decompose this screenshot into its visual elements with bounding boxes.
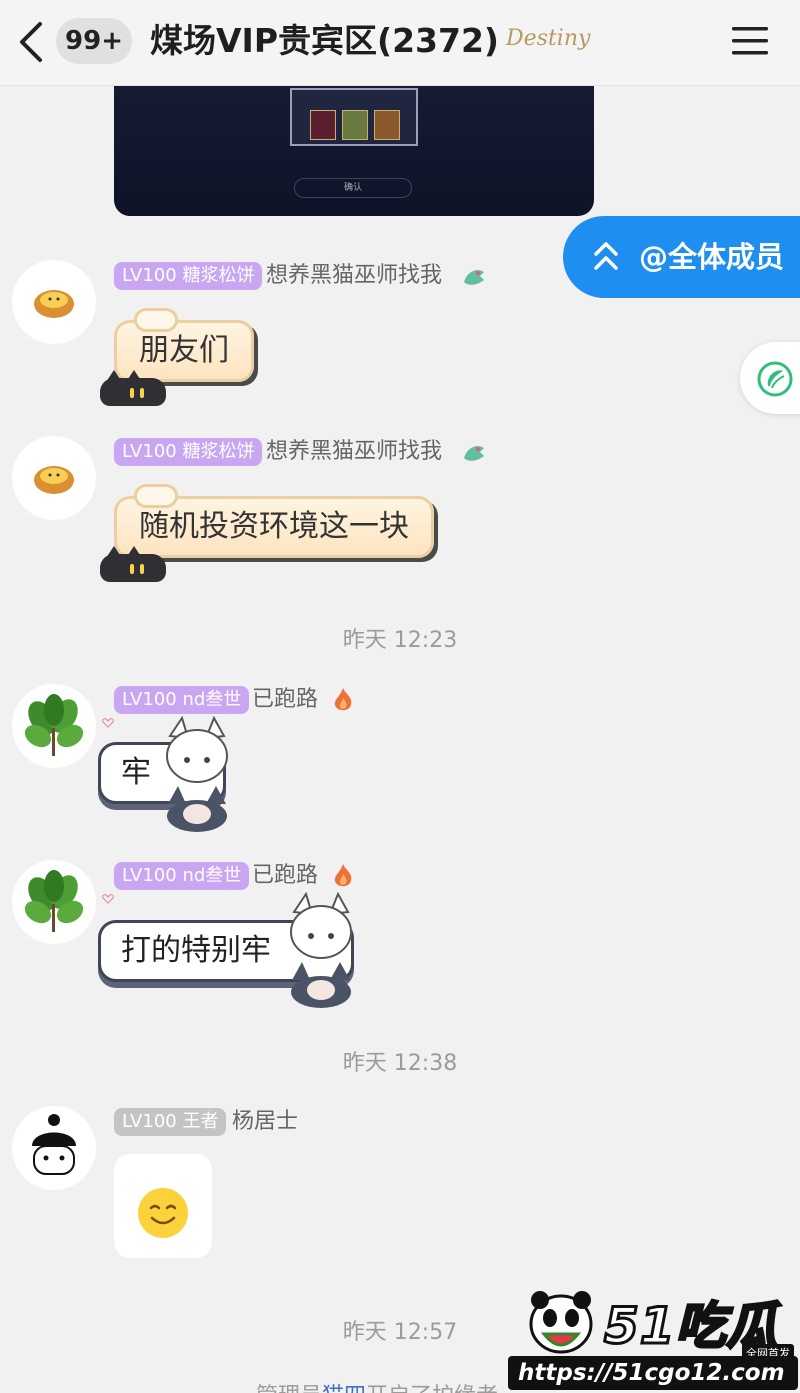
sender-nickname[interactable]: 杨居士 (232, 1108, 298, 1136)
title-decoration-badge: Destiny (506, 26, 591, 51)
menu-icon[interactable] (730, 24, 770, 58)
watermark-url: https://51cgo12.com (508, 1356, 798, 1390)
system-notice-suffix: 开启了护缘者 (366, 1384, 498, 1393)
level-badge: LV100 糖浆松饼 (114, 438, 263, 466)
cartoon-hat-avatar-icon (32, 1114, 76, 1175)
heart-icon (102, 894, 114, 904)
emoji-sticker-message[interactable] (114, 1154, 212, 1258)
green-plant-icon (24, 870, 84, 932)
watermark: 51吃瓜 全网首发 https://51cgo12.com (506, 1280, 800, 1393)
sender-nickname[interactable]: 已跑路 (252, 862, 318, 890)
group-title: 煤场VIP贵宾区(2372) (150, 21, 500, 60)
black-cat-decoration (100, 370, 166, 406)
level-badge: LV100 nd叁世 (114, 686, 250, 714)
avatar[interactable] (12, 1106, 96, 1190)
flame-badge-icon (334, 688, 352, 711)
egg-tart-icon (34, 466, 74, 494)
at-all-label: @全体成员 (639, 240, 785, 274)
sender-nickname[interactable]: 想养黑猫巫师找我 (266, 438, 442, 466)
system-notice-link[interactable]: 猫四 (322, 1384, 366, 1393)
level-badge: LV100 王者 (114, 1108, 227, 1136)
green-plant-icon (24, 694, 84, 756)
game-confirm-button: 确认 (294, 178, 412, 198)
timestamp: 昨天 12:23 (342, 628, 458, 653)
leaf-logo-icon (757, 361, 793, 397)
game-dialog-panel (290, 88, 418, 146)
level-badge: LV100 糖浆松饼 (114, 262, 263, 290)
smile-emoji-icon (138, 1188, 188, 1238)
at-all-members-button[interactable]: @全体成员 (563, 216, 800, 298)
black-cat-decoration (100, 546, 166, 582)
panda-watermelon-mascot-icon (529, 1291, 593, 1354)
system-notice: 管理员猫四开启了护缘者 (256, 1378, 498, 1393)
sender-nickname[interactable]: 已跑路 (252, 686, 318, 714)
wolf-sticker-decoration (290, 892, 352, 1008)
system-notice-prefix: 管理员 (256, 1384, 322, 1393)
flame-badge-icon (334, 864, 352, 887)
timestamp: 昨天 12:38 (342, 1051, 458, 1076)
avatar[interactable] (12, 436, 96, 520)
avatar[interactable] (12, 860, 96, 944)
dragon-badge-icon (464, 270, 484, 285)
chat-header: 99+ 煤场VIP贵宾区(2372) Destiny (0, 0, 800, 86)
back-arrow-icon[interactable] (14, 20, 48, 64)
image-message[interactable]: 确认 (114, 86, 594, 216)
avatar[interactable] (12, 684, 96, 768)
sender-nickname[interactable]: 想养黑猫巫师找我 (266, 262, 442, 290)
unread-count-badge[interactable]: 99+ (56, 18, 132, 64)
dragon-badge-icon (464, 446, 484, 461)
side-floating-button[interactable] (740, 342, 800, 414)
heart-icon (102, 718, 114, 728)
level-badge: LV100 nd叁世 (114, 862, 250, 890)
wolf-sticker-decoration (166, 716, 228, 832)
bubble-cloud-decoration (134, 484, 178, 508)
egg-tart-icon (34, 290, 74, 318)
double-chevron-up-icon (594, 242, 618, 270)
bubble-cloud-decoration (134, 308, 178, 332)
avatar[interactable] (12, 260, 96, 344)
